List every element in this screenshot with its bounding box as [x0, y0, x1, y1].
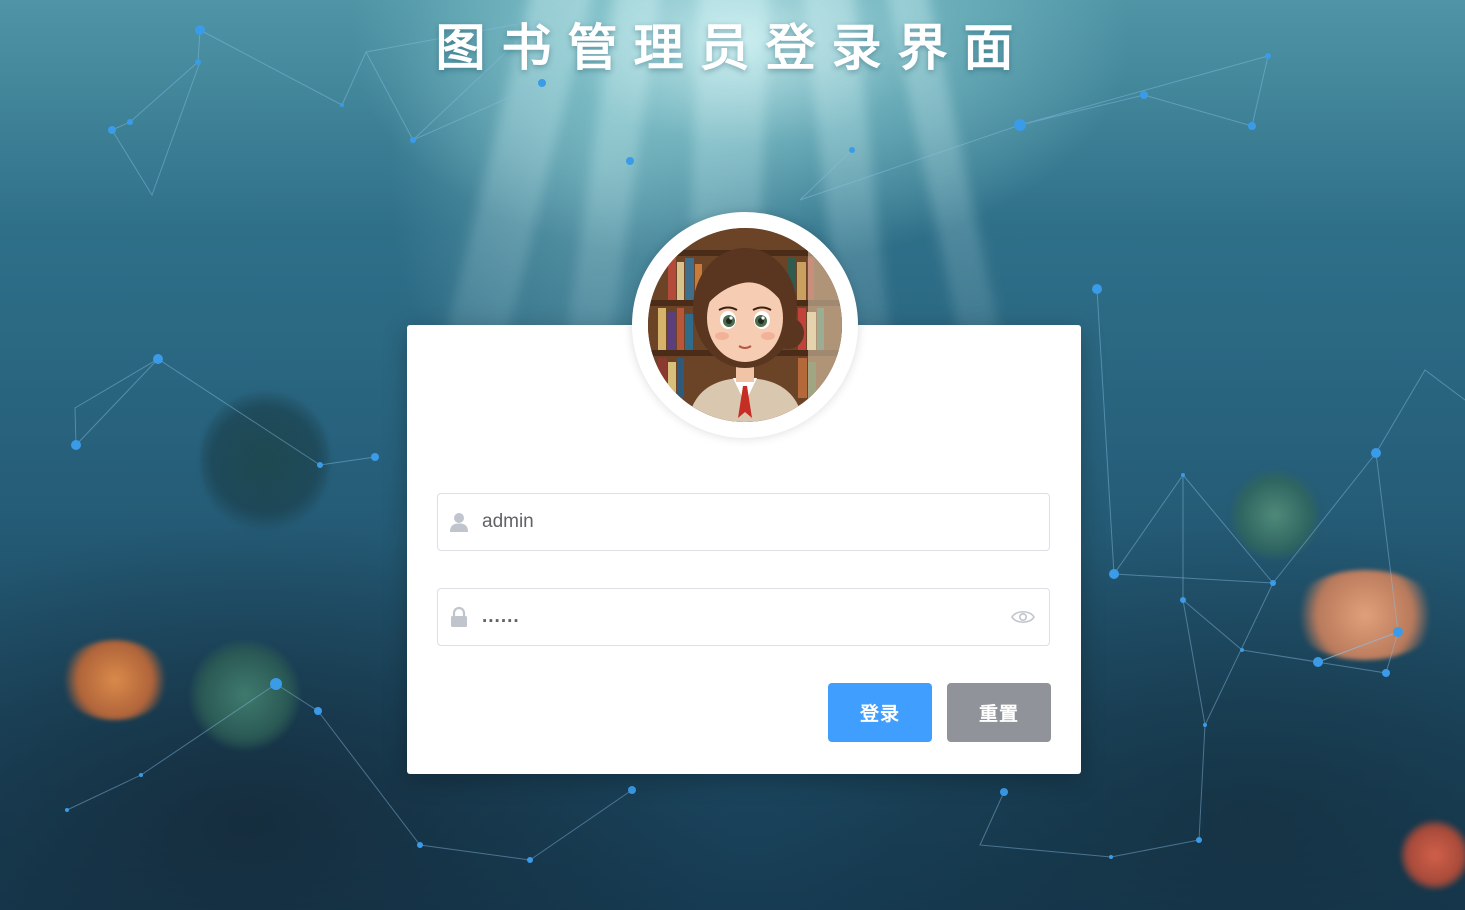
login-page: 图书管理员登录界面 登录 重置: [0, 0, 1465, 910]
eye-icon[interactable]: [1011, 607, 1035, 627]
avatar-illustration: [648, 228, 842, 422]
user-icon: [450, 513, 468, 532]
username-input[interactable]: [482, 494, 1002, 550]
lock-icon: [451, 606, 467, 627]
username-field[interactable]: [437, 493, 1050, 551]
page-title: 图书管理员登录界面: [435, 19, 1030, 77]
password-field[interactable]: [437, 588, 1050, 646]
librarian-avatar: [648, 228, 842, 422]
login-button[interactable]: 登录: [828, 683, 932, 742]
reset-button[interactable]: 重置: [947, 683, 1051, 742]
avatar-frame: [632, 212, 858, 438]
password-input[interactable]: [482, 589, 1002, 645]
